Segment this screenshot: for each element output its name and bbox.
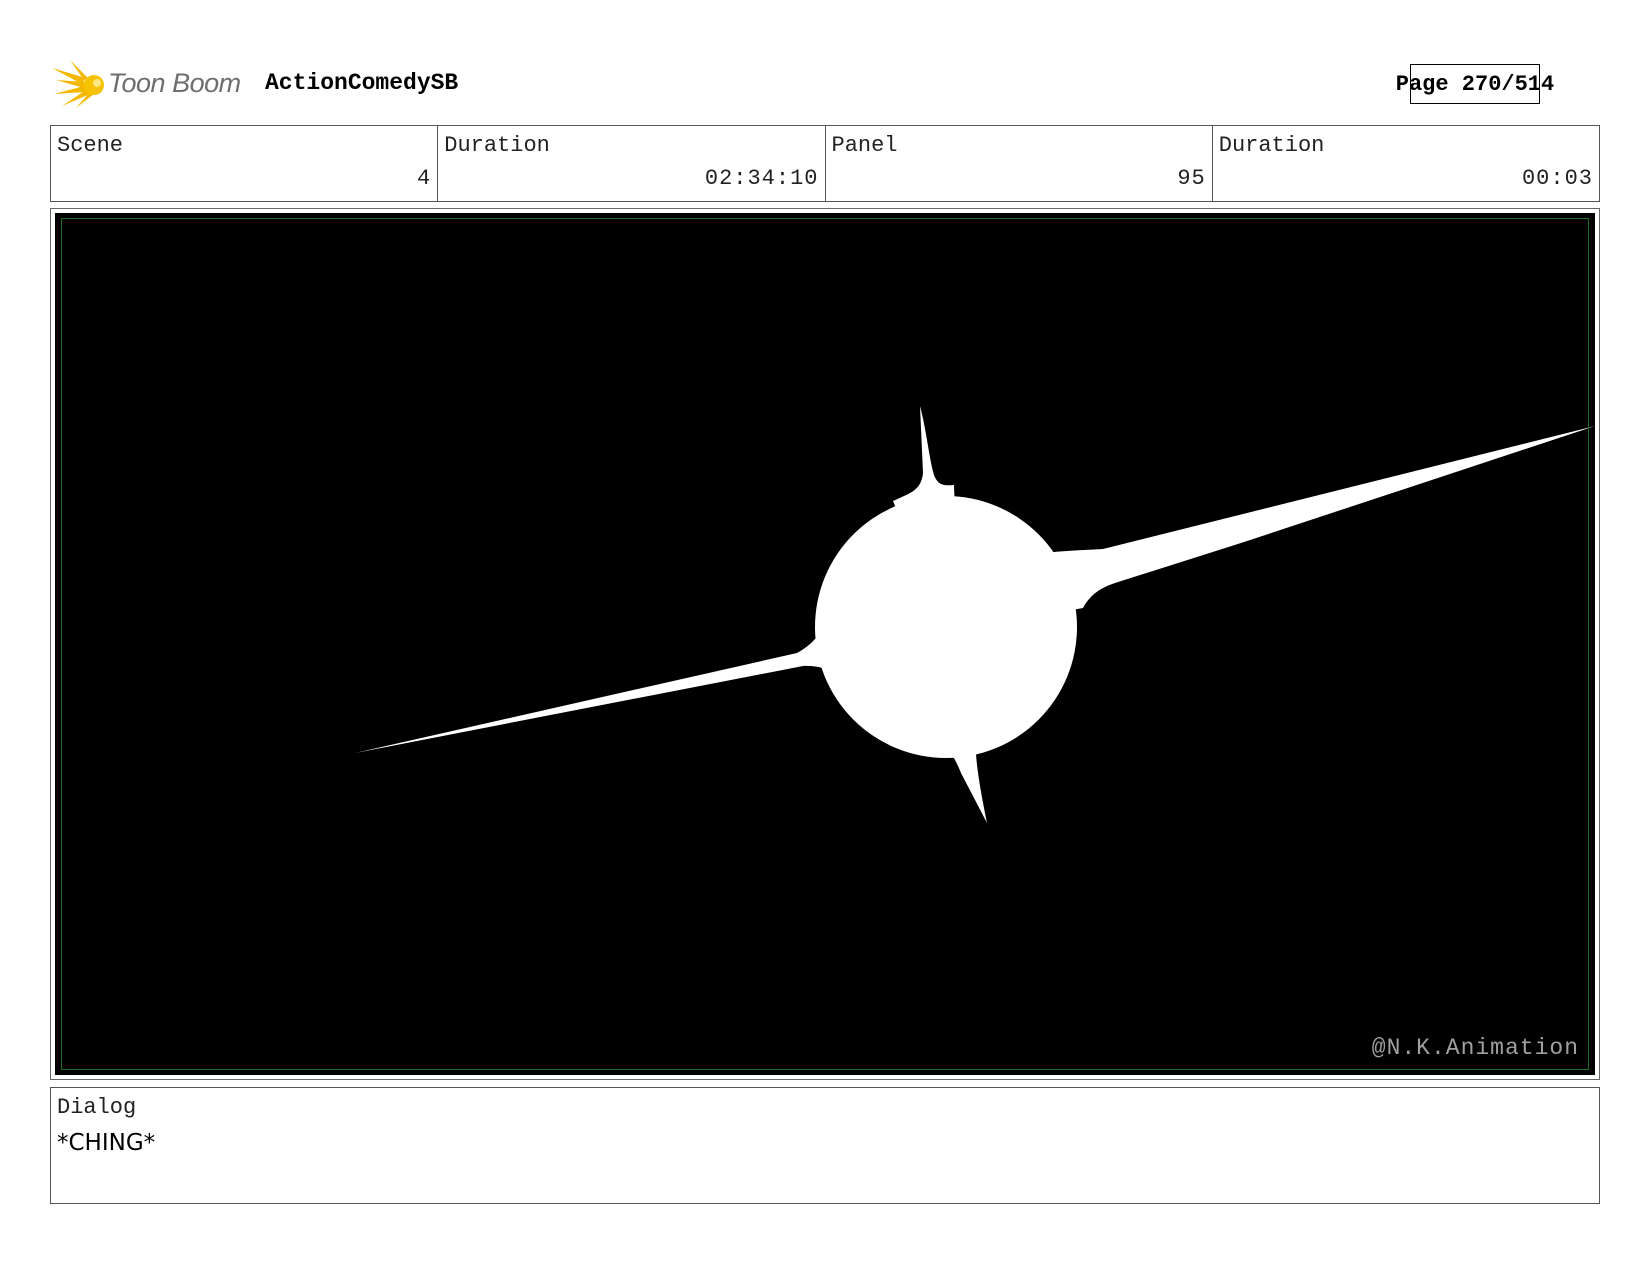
scene-duration-value: 02:34:10 [704, 166, 819, 191]
panel-value: 95 [1177, 166, 1206, 191]
panel-duration-value: 00:03 [1521, 166, 1593, 191]
safe-area-frame [61, 218, 1589, 1070]
scene-label: Scene [57, 133, 124, 158]
scene-cell: Scene 4 [51, 126, 439, 201]
scene-duration-label: Duration [444, 133, 550, 158]
page-number: Page 270/514 [1396, 64, 1554, 104]
panel-frame: @N.K.Animation [50, 208, 1600, 1080]
panel-duration-cell: Duration 00:03 [1213, 126, 1599, 201]
panel-label: Panel [831, 133, 898, 158]
toon-boom-logo-icon [52, 60, 104, 108]
dialog-text: *CHING* [57, 1130, 156, 1156]
scene-value: 4 [417, 166, 432, 191]
dialog-box: Dialog *CHING* [50, 1087, 1600, 1204]
watermark: @N.K.Animation [1371, 1035, 1579, 1061]
panel-cell: Panel 95 [826, 126, 1213, 201]
scene-duration-cell: Duration 02:34:10 [438, 126, 826, 201]
panel-info-table: Scene 4 Duration 02:34:10 Panel 95 Durat… [50, 125, 1600, 202]
dialog-label: Dialog [57, 1095, 137, 1120]
panel-duration-label: Duration [1218, 133, 1325, 158]
brand-name: Toon Boom [108, 68, 241, 98]
project-title: ActionComedySB [265, 70, 459, 96]
panel-image: @N.K.Animation [55, 213, 1595, 1075]
